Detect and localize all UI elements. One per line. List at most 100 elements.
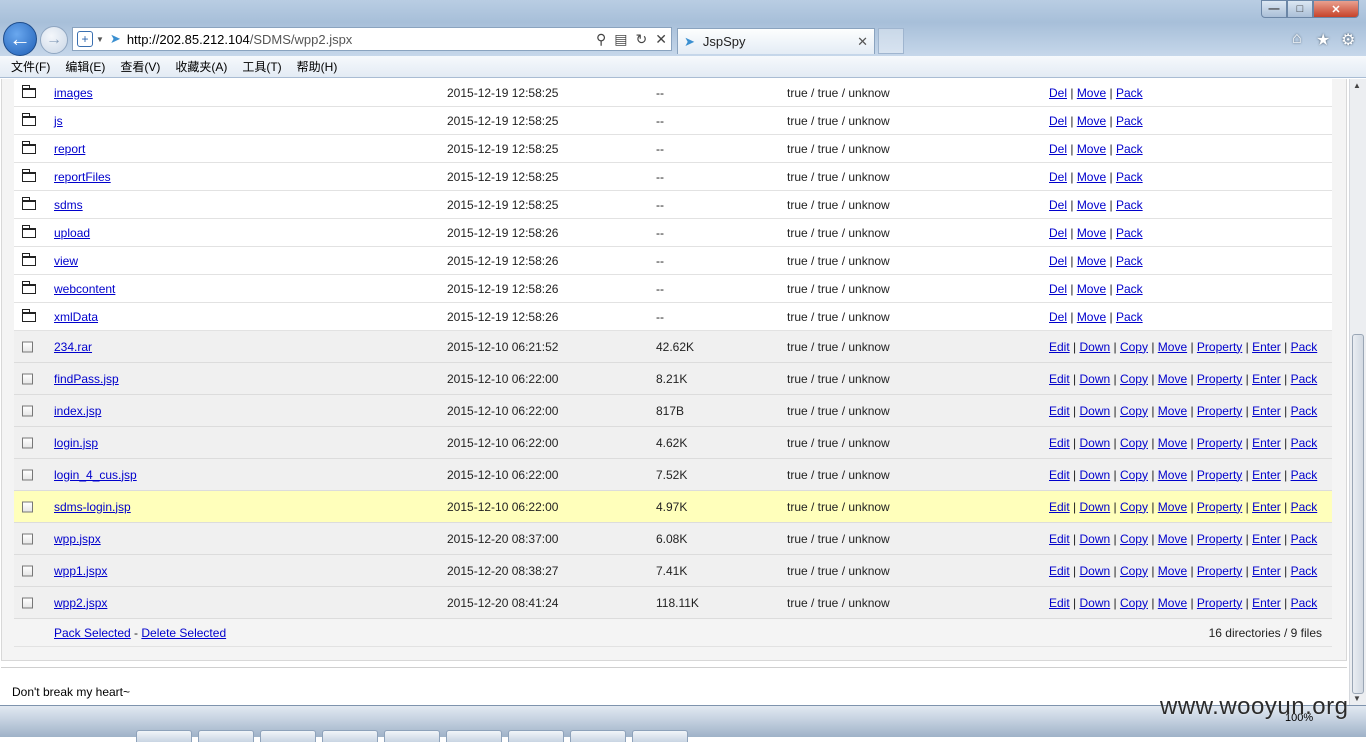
- taskbar-button[interactable]: [260, 730, 316, 742]
- taskbar-button[interactable]: [570, 730, 626, 742]
- action-link-move[interactable]: Move: [1158, 436, 1187, 450]
- action-link-copy[interactable]: Copy: [1120, 532, 1148, 546]
- address-bar[interactable]: + ▼ ➤ http://202.85.212.104/SDMS/wpp2.js…: [72, 27, 672, 51]
- new-tab-button[interactable]: [878, 28, 904, 54]
- chevron-down-icon[interactable]: ▼: [96, 35, 104, 44]
- dir-name-link[interactable]: sdms: [54, 198, 83, 212]
- action-link-move[interactable]: Move: [1077, 226, 1106, 240]
- action-link-enter[interactable]: Enter: [1252, 532, 1281, 546]
- action-link-del[interactable]: Del: [1049, 254, 1067, 268]
- select-checkbox[interactable]: [22, 437, 33, 448]
- action-link-property[interactable]: Property: [1197, 564, 1242, 578]
- close-window-button[interactable]: ✕: [1313, 0, 1359, 18]
- select-checkbox[interactable]: [22, 597, 33, 608]
- vertical-scrollbar[interactable]: ▲ ▼: [1349, 79, 1366, 705]
- action-link-pack[interactable]: Pack: [1116, 226, 1143, 240]
- action-link-property[interactable]: Property: [1197, 532, 1242, 546]
- action-link-pack[interactable]: Pack: [1116, 198, 1143, 212]
- action-link-down[interactable]: Down: [1079, 500, 1110, 514]
- action-link-pack[interactable]: Pack: [1116, 114, 1143, 128]
- file-name-link[interactable]: wpp1.jspx: [54, 564, 107, 578]
- action-link-property[interactable]: Property: [1197, 436, 1242, 450]
- taskbar-button[interactable]: [322, 730, 378, 742]
- file-name-link[interactable]: wpp.jspx: [54, 532, 101, 546]
- shield-icon[interactable]: +: [77, 31, 93, 47]
- pack-selected-link[interactable]: Pack Selected: [54, 626, 131, 640]
- action-link-edit[interactable]: Edit: [1049, 564, 1070, 578]
- action-link-edit[interactable]: Edit: [1049, 500, 1070, 514]
- action-link-enter[interactable]: Enter: [1252, 372, 1281, 386]
- star-icon[interactable]: ★: [1316, 30, 1330, 50]
- menu-item[interactable]: 收藏夹(A): [175, 58, 227, 75]
- gear-icon[interactable]: ⚙: [1341, 30, 1355, 50]
- action-link-pack[interactable]: Pack: [1291, 564, 1318, 578]
- action-link-pack[interactable]: Pack: [1291, 436, 1318, 450]
- taskbar-button[interactable]: [508, 730, 564, 742]
- action-link-edit[interactable]: Edit: [1049, 532, 1070, 546]
- action-link-move[interactable]: Move: [1158, 468, 1187, 482]
- stop-icon[interactable]: ✕: [655, 31, 667, 48]
- maximize-button[interactable]: □: [1287, 0, 1313, 18]
- taskbar-button[interactable]: [136, 730, 192, 742]
- file-name-link[interactable]: 234.rar: [54, 340, 92, 354]
- close-icon[interactable]: ✕: [857, 34, 868, 50]
- tab-jspspy[interactable]: ➤ JspSpy ✕: [677, 28, 875, 54]
- search-icon[interactable]: ⚲: [596, 31, 606, 48]
- action-link-enter[interactable]: Enter: [1252, 564, 1281, 578]
- action-link-pack[interactable]: Pack: [1291, 340, 1318, 354]
- action-link-pack[interactable]: Pack: [1291, 372, 1318, 386]
- action-link-edit[interactable]: Edit: [1049, 340, 1070, 354]
- scrollbar-thumb[interactable]: [1352, 334, 1364, 694]
- action-link-move[interactable]: Move: [1077, 170, 1106, 184]
- taskbar-button[interactable]: [632, 730, 688, 742]
- file-name-link[interactable]: login_4_cus.jsp: [54, 468, 137, 482]
- action-link-move[interactable]: Move: [1077, 254, 1106, 268]
- action-link-down[interactable]: Down: [1079, 340, 1110, 354]
- action-link-pack[interactable]: Pack: [1291, 404, 1318, 418]
- action-link-move[interactable]: Move: [1077, 282, 1106, 296]
- refresh-icon[interactable]: ↻: [636, 31, 648, 48]
- action-link-move[interactable]: Move: [1158, 596, 1187, 610]
- action-link-copy[interactable]: Copy: [1120, 468, 1148, 482]
- action-link-edit[interactable]: Edit: [1049, 404, 1070, 418]
- action-link-del[interactable]: Del: [1049, 198, 1067, 212]
- action-link-move[interactable]: Move: [1077, 86, 1106, 100]
- dir-name-link[interactable]: webcontent: [54, 282, 115, 296]
- action-link-edit[interactable]: Edit: [1049, 468, 1070, 482]
- file-name-link[interactable]: index.jsp: [54, 404, 101, 418]
- action-link-del[interactable]: Del: [1049, 142, 1067, 156]
- action-link-move[interactable]: Move: [1077, 142, 1106, 156]
- dir-name-link[interactable]: view: [54, 254, 78, 268]
- action-link-pack[interactable]: Pack: [1291, 532, 1318, 546]
- select-checkbox[interactable]: [22, 341, 33, 352]
- action-link-move[interactable]: Move: [1158, 340, 1187, 354]
- action-link-down[interactable]: Down: [1079, 468, 1110, 482]
- action-link-property[interactable]: Property: [1197, 372, 1242, 386]
- action-link-enter[interactable]: Enter: [1252, 436, 1281, 450]
- url-text[interactable]: http://202.85.212.104/SDMS/wpp2.jspx: [127, 32, 592, 47]
- action-link-pack[interactable]: Pack: [1116, 86, 1143, 100]
- action-link-pack[interactable]: Pack: [1116, 310, 1143, 324]
- action-link-copy[interactable]: Copy: [1120, 436, 1148, 450]
- select-checkbox[interactable]: [22, 405, 33, 416]
- action-link-copy[interactable]: Copy: [1120, 500, 1148, 514]
- dir-name-link[interactable]: reportFiles: [54, 170, 111, 184]
- dir-name-link[interactable]: report: [54, 142, 85, 156]
- compat-view-icon[interactable]: ▤: [614, 31, 627, 48]
- dir-name-link[interactable]: xmlData: [54, 310, 98, 324]
- action-link-move[interactable]: Move: [1077, 198, 1106, 212]
- action-link-copy[interactable]: Copy: [1120, 372, 1148, 386]
- action-link-del[interactable]: Del: [1049, 226, 1067, 240]
- menu-item[interactable]: 编辑(E): [65, 58, 105, 75]
- action-link-pack[interactable]: Pack: [1291, 500, 1318, 514]
- action-link-down[interactable]: Down: [1079, 404, 1110, 418]
- action-link-pack[interactable]: Pack: [1291, 468, 1318, 482]
- minimize-button[interactable]: —: [1261, 0, 1287, 18]
- action-link-move[interactable]: Move: [1158, 372, 1187, 386]
- action-link-move[interactable]: Move: [1158, 532, 1187, 546]
- action-link-move[interactable]: Move: [1158, 404, 1187, 418]
- menu-item[interactable]: 工具(T): [242, 58, 281, 75]
- action-link-edit[interactable]: Edit: [1049, 436, 1070, 450]
- action-link-del[interactable]: Del: [1049, 170, 1067, 184]
- action-link-enter[interactable]: Enter: [1252, 404, 1281, 418]
